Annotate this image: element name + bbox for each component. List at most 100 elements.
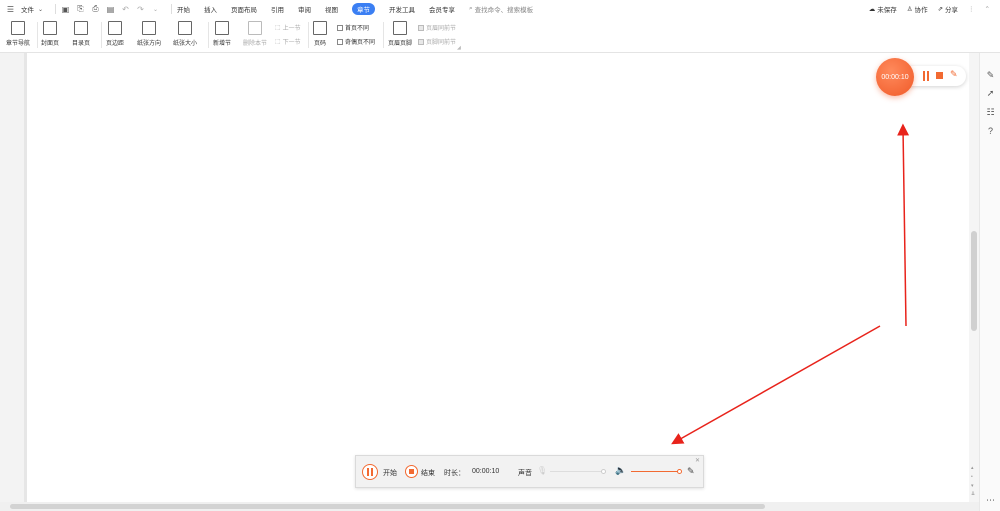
duration-value: 00:00:10 bbox=[472, 468, 500, 475]
toc-page-button[interactable]: 目录页 bbox=[72, 21, 90, 47]
horizontal-scroll-thumb[interactable] bbox=[10, 504, 765, 509]
mic-volume-slider[interactable] bbox=[550, 471, 602, 472]
print-icon[interactable]: ⎙ bbox=[91, 4, 100, 14]
unsaved-button[interactable]: ☁ 未保存 bbox=[869, 4, 897, 14]
floating-recorder-timer[interactable]: 00:00:10 bbox=[876, 58, 914, 96]
checkbox-icon bbox=[337, 38, 343, 45]
top-right-actions: ☁ 未保存 ♙ 协作 ⇗ 分享 ⋮ ⌃ bbox=[869, 0, 990, 18]
pen-icon[interactable]: ✎ bbox=[687, 466, 695, 477]
header-footer-label: 页眉页脚 bbox=[388, 41, 413, 47]
orientation-label: 纸张方向 bbox=[137, 41, 162, 47]
scroll-up-icon[interactable]: ▴ bbox=[971, 465, 974, 471]
paper-size-button[interactable]: 纸张大小 bbox=[173, 21, 197, 47]
divider bbox=[55, 4, 56, 14]
new-section-icon bbox=[215, 21, 229, 35]
pause-button[interactable] bbox=[362, 464, 378, 480]
stop-icon bbox=[409, 469, 414, 474]
first-page-diff-label: 首页不同 bbox=[345, 26, 370, 32]
toc-page-icon bbox=[74, 21, 88, 35]
collapse-ribbon-icon[interactable]: ⌃ bbox=[985, 5, 990, 13]
horizontal-scrollbar[interactable] bbox=[0, 502, 979, 511]
tab-section[interactable]: 章节 bbox=[352, 3, 375, 15]
speaker-icon[interactable]: 🔈 bbox=[615, 465, 626, 476]
next-page-icon[interactable]: ⇊ bbox=[971, 491, 975, 497]
command-search[interactable]: ⌕ 查找命令、搜索模板 bbox=[469, 4, 533, 14]
prev-section-button[interactable]: ⬚ 上一节 bbox=[275, 23, 301, 32]
tab-view[interactable]: 视图 bbox=[325, 4, 338, 14]
delete-section-button[interactable]: 删除本节 bbox=[243, 21, 267, 47]
more-icon[interactable]: ⋯ bbox=[985, 495, 996, 506]
stop-label: 结束 bbox=[421, 470, 435, 477]
collab-button[interactable]: ♙ 协作 bbox=[907, 4, 928, 14]
settings-sliders-icon[interactable]: ☷ bbox=[985, 107, 996, 118]
delete-section-label: 删除本节 bbox=[243, 41, 268, 47]
stop-icon[interactable] bbox=[936, 72, 943, 79]
file-menu-label: 文件 bbox=[21, 7, 34, 14]
tab-page-layout[interactable]: 页面布局 bbox=[231, 4, 257, 14]
share-button[interactable]: ⇗ 分享 bbox=[938, 4, 958, 14]
print-preview-icon[interactable]: ▤ bbox=[106, 5, 115, 14]
right-sidebar: ✎ ➚ ☷ ? ⋯ bbox=[979, 53, 1000, 511]
search-icon: ⌕ bbox=[469, 5, 473, 12]
speaker-volume-slider[interactable] bbox=[631, 471, 679, 472]
speaker-volume-knob[interactable] bbox=[677, 469, 682, 474]
tab-review[interactable]: 审阅 bbox=[298, 4, 311, 14]
export-icon[interactable]: ⎘ bbox=[76, 4, 85, 14]
tab-member[interactable]: 会员专享 bbox=[429, 4, 455, 14]
page-number-button[interactable]: 页码 bbox=[313, 21, 327, 47]
footer-same-prev-checkbox[interactable]: 页脚同前节 bbox=[418, 37, 456, 46]
pen-icon[interactable]: ✎ bbox=[950, 69, 958, 80]
cover-page-icon bbox=[43, 21, 57, 35]
header-footer-icon bbox=[393, 21, 407, 35]
undo-icon[interactable]: ↶ bbox=[121, 5, 130, 14]
toc-page-label: 目录页 bbox=[72, 41, 91, 47]
file-menu[interactable]: ☰ 文件 ⌄ bbox=[6, 4, 45, 15]
vertical-scrollbar[interactable]: ▴ • ▾ ⇊ bbox=[969, 53, 979, 502]
header-same-prev-checkbox[interactable]: 页眉同前节 bbox=[418, 23, 456, 32]
next-section-button[interactable]: ⬚ 下一节 bbox=[275, 37, 301, 46]
cover-page-button[interactable]: 封面页 bbox=[41, 21, 59, 47]
header-footer-button[interactable]: 页眉页脚 bbox=[388, 21, 412, 47]
more-options-icon[interactable]: ⋮ bbox=[968, 5, 975, 13]
save-icon[interactable]: ▣ bbox=[61, 5, 70, 14]
share-icon: ⇗ bbox=[937, 6, 944, 13]
quick-access-more-icon[interactable]: ⌄ bbox=[151, 5, 160, 14]
new-section-label: 新增节 bbox=[213, 41, 232, 47]
menu-bar: ☰ 文件 ⌄ ▣ ⎘ ⎙ ▤ ↶ ↷ ⌄ 开始 插入 页面布局 引用 审阅 视图… bbox=[0, 0, 1000, 18]
orientation-button[interactable]: 纸张方向 bbox=[137, 21, 161, 47]
odd-even-diff-checkbox[interactable]: 奇偶页不同 bbox=[337, 37, 375, 46]
unsaved-label: 未保存 bbox=[877, 7, 897, 14]
floating-recorder[interactable]: 00:00:10 ✎ bbox=[876, 58, 968, 96]
pen-icon[interactable]: ✎ bbox=[985, 70, 996, 81]
first-page-diff-checkbox[interactable]: 首页不同 bbox=[337, 23, 369, 32]
prev-section-icon: ⬚ bbox=[275, 25, 281, 31]
cursor-icon[interactable]: ➚ bbox=[985, 88, 996, 99]
tab-insert[interactable]: 插入 bbox=[204, 4, 217, 14]
tab-references[interactable]: 引用 bbox=[271, 4, 284, 14]
mic-volume-knob[interactable] bbox=[601, 469, 606, 474]
user-icon: ♙ bbox=[906, 6, 913, 13]
orientation-icon bbox=[142, 21, 156, 35]
margins-button[interactable]: 页边距 bbox=[106, 21, 124, 47]
sound-label: 声音 bbox=[518, 470, 532, 477]
paper-size-icon bbox=[178, 21, 192, 35]
help-icon[interactable]: ? bbox=[985, 126, 996, 137]
document-page[interactable] bbox=[27, 53, 969, 502]
share-label: 分享 bbox=[945, 7, 959, 14]
scroll-down-icon[interactable]: ▾ bbox=[971, 483, 974, 489]
pause-icon[interactable] bbox=[922, 71, 930, 81]
page-number-label: 页码 bbox=[313, 41, 326, 47]
vertical-scroll-thumb[interactable] bbox=[971, 231, 977, 331]
tab-home[interactable]: 开始 bbox=[177, 4, 190, 14]
microphone-icon[interactable]: 🎙 bbox=[537, 466, 547, 475]
hamburger-icon: ☰ bbox=[6, 4, 15, 14]
dialog-launcher-icon[interactable]: ◢ bbox=[457, 45, 461, 51]
redo-icon[interactable]: ↷ bbox=[136, 5, 145, 14]
scroll-dot-icon[interactable]: • bbox=[971, 474, 973, 480]
new-section-button[interactable]: 新增节 bbox=[213, 21, 231, 47]
tab-developer[interactable]: 开发工具 bbox=[389, 4, 415, 14]
stop-button[interactable] bbox=[405, 465, 418, 478]
chapter-nav-button[interactable]: 章节导航 bbox=[6, 21, 30, 47]
close-icon[interactable]: ✕ bbox=[695, 457, 700, 464]
checkbox-icon bbox=[418, 24, 424, 31]
